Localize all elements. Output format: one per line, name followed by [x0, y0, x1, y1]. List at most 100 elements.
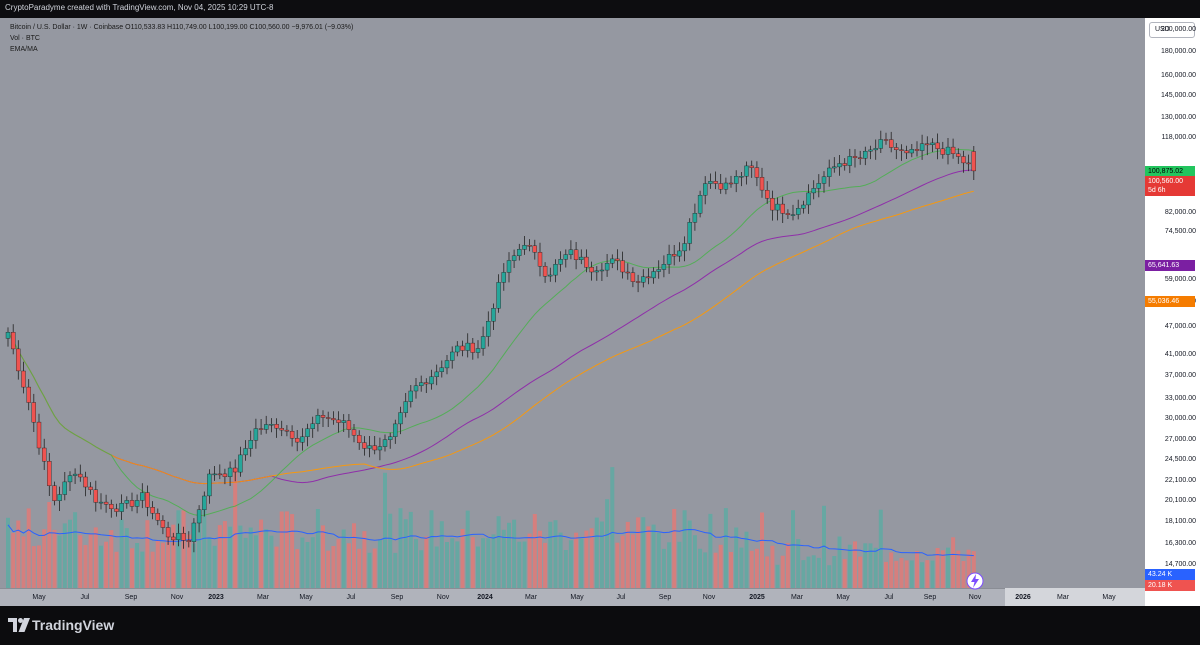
- candle-body: [450, 351, 455, 361]
- volume-bar: [698, 548, 703, 588]
- symbol-legend[interactable]: Bitcoin / U.S. Dollar · 1W · Coinbase O1…: [10, 22, 353, 33]
- volume-legend[interactable]: Vol · BTC: [10, 33, 353, 44]
- candle-body: [966, 162, 971, 165]
- candle-body: [935, 142, 940, 149]
- volume-bar: [765, 556, 770, 588]
- candle-body: [491, 308, 496, 322]
- candle-body: [904, 150, 909, 154]
- candle-body: [413, 385, 419, 392]
- volume-bar: [909, 560, 914, 588]
- candle-body: [310, 423, 315, 429]
- price-axis-label: 59,000.00: [1164, 276, 1196, 284]
- volume-bar: [42, 529, 47, 588]
- candle-body: [852, 156, 858, 158]
- candle-body: [806, 192, 811, 206]
- price-axis-label: 74,500.00: [1164, 228, 1196, 236]
- volume-bar: [217, 525, 222, 588]
- volume-bar: [486, 538, 491, 588]
- candle-body: [372, 445, 377, 451]
- price-axis-label: 27,000.00: [1164, 436, 1196, 444]
- candle-body: [232, 467, 238, 473]
- volume-bar: [207, 537, 212, 588]
- candle-body: [253, 428, 259, 441]
- candle-body: [331, 418, 336, 421]
- volume-bar: [760, 512, 764, 588]
- chart-legend: Bitcoin / U.S. Dollar · 1W · Coinbase O1…: [10, 22, 353, 55]
- candle-body: [171, 536, 176, 541]
- price-axis-label: 200,000.00: [1160, 26, 1196, 33]
- volume-bar: [605, 499, 610, 588]
- volume-ma-line: [7, 524, 974, 557]
- volume-bar: [791, 510, 795, 588]
- volume-bar: [496, 516, 501, 588]
- candle-body: [785, 213, 791, 215]
- price-axis-label: 82,000.00: [1164, 208, 1196, 216]
- time-axis-label: Nov: [968, 594, 982, 601]
- chart-area[interactable]: Bitcoin / U.S. Dollar · 1W · Coinbase O1…: [0, 18, 1145, 606]
- candle-body: [765, 189, 770, 199]
- candle-body: [501, 272, 506, 283]
- candle-body: [594, 270, 599, 273]
- volume-bar: [455, 541, 460, 588]
- price-tag: 20.18 K: [1145, 580, 1195, 591]
- candle-body: [398, 412, 403, 425]
- volume-bar: [951, 537, 956, 588]
- price-chart[interactable]: [0, 18, 1145, 588]
- volume-bar: [202, 509, 207, 588]
- candle-body: [238, 454, 243, 473]
- price-axis-label: 37,000.00: [1164, 371, 1196, 379]
- candle-body: [382, 439, 388, 447]
- volume-bar: [754, 548, 759, 588]
- candle-body: [568, 249, 574, 255]
- ema-legend[interactable]: EMA/MA: [10, 44, 353, 55]
- candle-body: [646, 276, 651, 279]
- candle-body: [759, 177, 765, 191]
- volume-bar: [145, 520, 150, 588]
- volume-bar: [920, 562, 925, 588]
- volume-bar: [238, 525, 243, 588]
- candle-body: [388, 436, 393, 440]
- volume-bar: [599, 521, 604, 588]
- candle-body: [914, 149, 920, 151]
- candle-body: [558, 259, 563, 265]
- volume-bar: [646, 526, 651, 588]
- volume-bar: [398, 508, 403, 588]
- candle-body: [599, 269, 605, 272]
- price-tag: 5d 6h: [1145, 185, 1195, 196]
- candle-body: [119, 503, 124, 512]
- volume-bar: [11, 533, 16, 588]
- volume-bar: [21, 536, 26, 588]
- volume-bar: [744, 531, 749, 588]
- candle-body: [940, 148, 945, 155]
- candle-body: [589, 266, 594, 273]
- lightning-icon[interactable]: [966, 572, 984, 590]
- volume-bar: [935, 548, 940, 588]
- volume-bar: [290, 514, 295, 588]
- candle-body: [775, 203, 780, 211]
- candle-body: [692, 212, 698, 223]
- candle-body: [837, 163, 842, 168]
- candle-body: [145, 492, 150, 508]
- candle-body: [114, 508, 119, 512]
- candle-body: [868, 149, 873, 152]
- candle-body: [723, 182, 729, 190]
- volume-bar: [532, 514, 537, 588]
- volume-bar: [837, 536, 842, 588]
- candle-body: [945, 146, 951, 155]
- time-axis-label: May: [836, 594, 850, 601]
- candle-body: [52, 485, 57, 501]
- candle-body: [842, 163, 847, 166]
- volume-bar: [832, 556, 837, 588]
- volume-bar: [228, 526, 233, 588]
- time-axis-label: May: [1102, 594, 1116, 601]
- volume-bar: [372, 548, 377, 588]
- volume-bar: [52, 529, 57, 588]
- candle-body: [207, 473, 212, 497]
- candle-body: [666, 254, 672, 265]
- volume-bar: [961, 561, 966, 588]
- price-tag: 43.24 K: [1145, 569, 1195, 580]
- candle-body: [899, 149, 904, 151]
- volume-bar: [553, 520, 558, 588]
- candle-body: [444, 360, 450, 369]
- candle-body: [103, 501, 109, 505]
